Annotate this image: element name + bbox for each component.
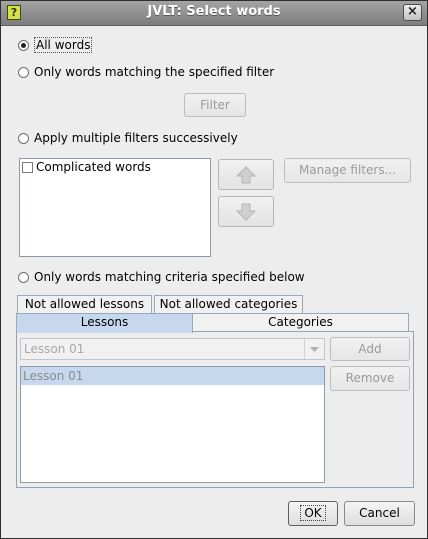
- combo-arrow-button[interactable]: [304, 339, 324, 359]
- tab-categories[interactable]: Categories: [192, 313, 409, 332]
- radio-multiple-filters[interactable]: Apply multiple filters successively: [18, 129, 238, 147]
- add-button[interactable]: Add: [330, 337, 410, 361]
- window-title: JVLT: Select words: [147, 4, 281, 19]
- arrow-down-icon: [236, 203, 256, 221]
- lesson-combo[interactable]: Lesson 01: [20, 338, 325, 360]
- radio-unselected-icon: [18, 133, 29, 144]
- manage-filters-button[interactable]: Manage filters...: [284, 158, 411, 183]
- lesson-combo-value: Lesson 01: [24, 342, 85, 356]
- radio-selected-icon: [18, 40, 29, 51]
- radio-all-words-label: All words: [34, 37, 93, 53]
- tab-lessons[interactable]: Lessons: [16, 313, 193, 333]
- remove-button[interactable]: Remove: [330, 366, 410, 391]
- ok-button[interactable]: OK: [288, 501, 338, 526]
- radio-unselected-icon: [18, 272, 29, 283]
- radio-unselected-icon: [18, 67, 29, 78]
- radio-criteria-below[interactable]: Only words matching criteria specified b…: [18, 268, 305, 286]
- radio-filter-match-label: Only words matching the specified filter: [34, 65, 275, 79]
- move-down-button[interactable]: [218, 196, 274, 227]
- select-words-dialog: ? JVLT: Select words × All words Only wo…: [0, 0, 428, 539]
- list-item[interactable]: Lesson 01: [21, 367, 324, 385]
- tab-not-allowed-lessons[interactable]: Not allowed lessons: [17, 295, 152, 314]
- radio-filter-match[interactable]: Only words matching the specified filter: [18, 63, 274, 81]
- title-bar[interactable]: ? JVLT: Select words ×: [1, 1, 427, 26]
- lessons-list[interactable]: Lesson 01: [20, 366, 325, 483]
- move-up-button[interactable]: [218, 159, 274, 190]
- filter-button[interactable]: Filter: [184, 93, 246, 117]
- cancel-button[interactable]: Cancel: [344, 501, 415, 526]
- radio-all-words[interactable]: All words: [18, 36, 93, 54]
- filter-list-item[interactable]: Complicated words: [20, 159, 210, 176]
- chevron-down-icon: [310, 347, 319, 352]
- tab-not-allowed-categories[interactable]: Not allowed categories: [154, 295, 303, 314]
- close-button[interactable]: ×: [403, 4, 422, 21]
- checkbox-icon[interactable]: [22, 162, 33, 173]
- ok-button-label: OK: [300, 505, 326, 521]
- radio-multiple-filters-label: Apply multiple filters successively: [34, 131, 238, 145]
- filters-list[interactable]: Complicated words: [19, 158, 211, 257]
- radio-criteria-below-label: Only words matching criteria specified b…: [34, 270, 305, 284]
- filter-item-label: Complicated words: [36, 160, 151, 174]
- arrow-up-icon: [236, 165, 256, 183]
